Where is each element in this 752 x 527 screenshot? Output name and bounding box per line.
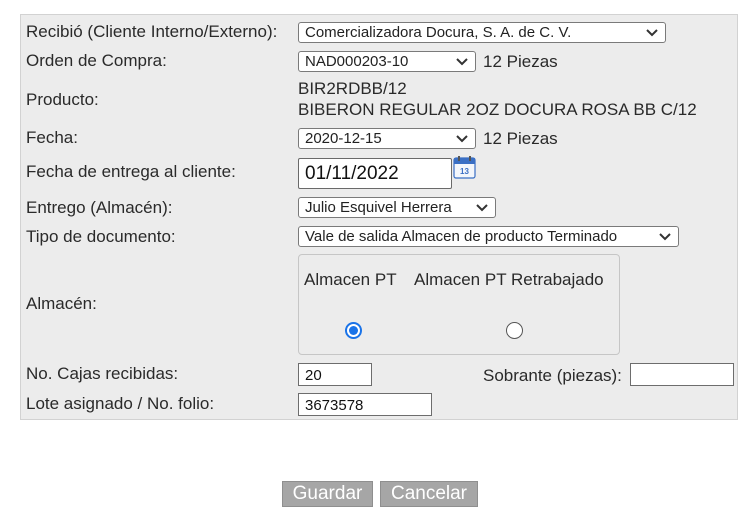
orden-label: Orden de Compra: [26, 51, 167, 70]
lote-input[interactable]: 3673578 [298, 393, 432, 416]
orden-select[interactable]: NAD000203-10 [298, 51, 476, 72]
entrega-date-input[interactable]: 01/11/2022 [298, 158, 452, 189]
calendar-icon[interactable]: 13 [453, 155, 476, 179]
recibio-label: Recibió (Cliente Interno/Externo): [26, 22, 278, 41]
lote-label: Lote asignado / No. folio: [26, 394, 215, 413]
tipo-select[interactable]: Vale de salida Almacen de producto Termi… [298, 226, 679, 247]
recibio-select[interactable]: Comercializadora Docura, S. A. de C. V. [298, 22, 666, 43]
chevron-down-icon [659, 233, 671, 241]
producto-description: BIBERON REGULAR 2OZ DOCURA ROSA BB C/12 [298, 100, 697, 119]
producto-label: Producto: [26, 90, 99, 109]
orden-select-value: NAD000203-10 [305, 53, 409, 70]
orden-piezas: 12 Piezas [483, 52, 558, 71]
chevron-down-icon [456, 58, 468, 66]
cancel-button[interactable]: Cancelar [380, 481, 478, 507]
sobrante-label: Sobrante (piezas): [483, 366, 622, 385]
almacen-label: Almacén: [26, 294, 97, 313]
save-button[interactable]: Guardar [282, 481, 373, 507]
producto-code: BIR2RDBB/12 [298, 79, 407, 98]
calendar-day-text: 13 [460, 167, 469, 176]
almacen-pt-retrabajado-label: Almacen PT Retrabajado [414, 270, 604, 289]
cajas-label: No. Cajas recibidas: [26, 364, 179, 383]
entrego-select-value: Julio Esquivel Herrera [305, 199, 452, 216]
tipo-select-value: Vale de salida Almacen de producto Termi… [305, 228, 618, 245]
fecha-piezas: 12 Piezas [483, 129, 558, 148]
tipo-label: Tipo de documento: [26, 227, 176, 246]
chevron-down-icon [476, 204, 488, 212]
recibio-select-value: Comercializadora Docura, S. A. de C. V. [305, 24, 572, 41]
sobrante-input[interactable] [630, 363, 734, 386]
cajas-input[interactable]: 20 [298, 363, 372, 386]
entrega-label: Fecha de entrega al cliente: [26, 162, 236, 181]
almacen-pt-retrabajado-radio[interactable] [506, 322, 523, 339]
entrego-select[interactable]: Julio Esquivel Herrera [298, 197, 496, 218]
fecha-select-value: 2020-12-15 [305, 130, 382, 147]
entrego-label: Entrego (Almacén): [26, 198, 173, 217]
almacen-pt-radio[interactable] [345, 322, 362, 339]
fecha-select[interactable]: 2020-12-15 [298, 128, 476, 149]
almacen-pt-label: Almacen PT [304, 270, 397, 289]
chevron-down-icon [456, 135, 468, 143]
chevron-down-icon [646, 29, 658, 37]
fecha-label: Fecha: [26, 128, 78, 147]
